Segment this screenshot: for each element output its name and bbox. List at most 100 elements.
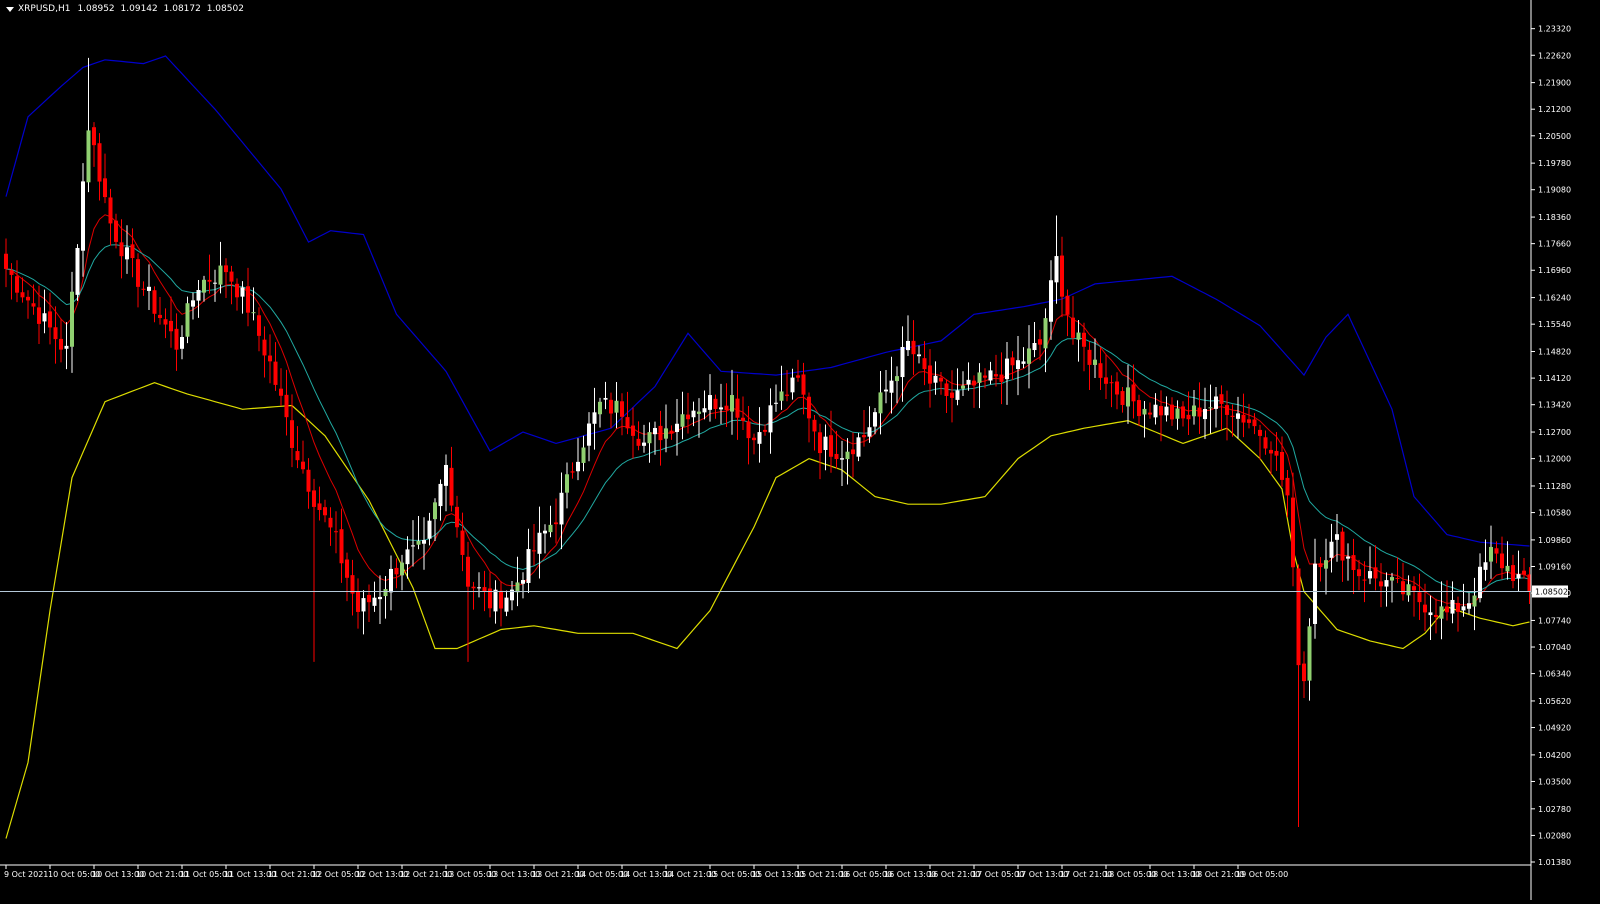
candle-body[interactable]: [944, 383, 949, 396]
candle-body[interactable]: [922, 358, 927, 370]
candle-body[interactable]: [856, 437, 861, 457]
candle-body[interactable]: [1082, 332, 1086, 347]
candle-body[interactable]: [840, 458, 844, 460]
candle-body[interactable]: [1247, 419, 1251, 423]
candle-body[interactable]: [59, 338, 63, 350]
candle-body[interactable]: [504, 597, 509, 612]
candle-body[interactable]: [1258, 429, 1262, 436]
candle-body[interactable]: [1175, 408, 1180, 419]
candle-body[interactable]: [658, 425, 663, 441]
candle-body[interactable]: [1126, 387, 1130, 407]
candle-body[interactable]: [1181, 406, 1185, 419]
candle-body[interactable]: [240, 287, 245, 297]
candle-body[interactable]: [867, 427, 872, 437]
candle-body[interactable]: [257, 315, 261, 336]
candle-body[interactable]: [202, 279, 206, 293]
candle-body[interactable]: [1445, 606, 1449, 613]
candle-body[interactable]: [576, 461, 580, 472]
candle-body[interactable]: [207, 279, 212, 282]
candle-body[interactable]: [174, 328, 179, 350]
candle-body[interactable]: [1313, 563, 1317, 624]
candle-body[interactable]: [697, 411, 701, 414]
candle-body[interactable]: [455, 506, 459, 528]
candle-body[interactable]: [983, 375, 987, 378]
candle-body[interactable]: [394, 567, 399, 575]
candle-body[interactable]: [416, 541, 421, 545]
candle-body[interactable]: [961, 385, 965, 389]
candle-body[interactable]: [1153, 404, 1158, 418]
candle-body[interactable]: [1500, 553, 1504, 569]
candle-body[interactable]: [345, 559, 349, 578]
candle-body[interactable]: [1159, 406, 1163, 416]
candle-body[interactable]: [917, 354, 921, 357]
candle-body[interactable]: [383, 589, 388, 597]
candle-body[interactable]: [1285, 477, 1290, 496]
candle-body[interactable]: [1192, 405, 1196, 417]
candle-body[interactable]: [966, 379, 971, 385]
candle-body[interactable]: [757, 432, 762, 444]
candle-body[interactable]: [180, 337, 184, 349]
candle-body[interactable]: [460, 530, 465, 555]
dropdown-triangle-icon[interactable]: [6, 6, 14, 12]
candle-body[interactable]: [1115, 381, 1119, 395]
candle-body[interactable]: [235, 283, 239, 298]
candle-body[interactable]: [752, 437, 756, 441]
candle-body[interactable]: [939, 377, 943, 382]
candle-body[interactable]: [81, 181, 85, 251]
candle-body[interactable]: [169, 320, 173, 332]
candle-body[interactable]: [796, 375, 800, 378]
candle-body[interactable]: [1456, 602, 1460, 612]
candle-body[interactable]: [972, 380, 976, 386]
candle-body[interactable]: [790, 377, 795, 393]
candle-body[interactable]: [400, 562, 404, 576]
candle-body[interactable]: [955, 390, 960, 400]
candle-body[interactable]: [86, 130, 91, 183]
candle-body[interactable]: [1098, 363, 1103, 378]
candle-body[interactable]: [543, 530, 547, 534]
candle-body[interactable]: [1214, 396, 1218, 409]
candle-body[interactable]: [1346, 556, 1350, 559]
candle-body[interactable]: [125, 247, 129, 260]
candle-body[interactable]: [1439, 606, 1444, 619]
candle-body[interactable]: [812, 419, 817, 432]
candle-body[interactable]: [350, 575, 355, 594]
candle-body[interactable]: [609, 399, 613, 414]
candle-body[interactable]: [1489, 546, 1493, 562]
candle-body[interactable]: [603, 397, 608, 400]
candle-body[interactable]: [9, 270, 14, 275]
candle-body[interactable]: [1401, 581, 1405, 595]
candle-body[interactable]: [312, 490, 316, 507]
candle-body[interactable]: [911, 340, 916, 355]
candle-body[interactable]: [1131, 384, 1136, 402]
candle-body[interactable]: [741, 417, 745, 421]
candle-body[interactable]: [889, 380, 894, 393]
candle-body[interactable]: [103, 178, 107, 198]
candle-body[interactable]: [64, 345, 69, 349]
candle-body[interactable]: [119, 242, 124, 257]
candle-body[interactable]: [279, 388, 283, 396]
candle-body[interactable]: [295, 451, 300, 461]
candle-body[interactable]: [631, 425, 635, 436]
candle-body[interactable]: [449, 467, 454, 506]
candle-body[interactable]: [977, 372, 982, 383]
candle-body[interactable]: [1197, 407, 1202, 417]
candle-body[interactable]: [1505, 565, 1510, 572]
candle-body[interactable]: [361, 598, 366, 612]
candle-body[interactable]: [592, 412, 597, 424]
chart-canvas[interactable]: 1.23320 1.22620 1.21900 1.21200 1.20500 1.197…: [0, 0, 1600, 900]
candle-body[interactable]: [70, 291, 74, 347]
candle-body[interactable]: [477, 587, 481, 589]
candle-body[interactable]: [1148, 412, 1152, 415]
candle-body[interactable]: [1164, 406, 1169, 416]
candle-body[interactable]: [587, 423, 591, 446]
candle-body[interactable]: [999, 374, 1004, 382]
candle-body[interactable]: [224, 265, 228, 273]
candle-body[interactable]: [1230, 415, 1235, 417]
candle-body[interactable]: [213, 282, 217, 284]
candle-body[interactable]: [323, 507, 327, 516]
candle-body[interactable]: [565, 474, 569, 493]
candle-body[interactable]: [141, 288, 146, 290]
candle-body[interactable]: [1054, 256, 1059, 283]
candle-body[interactable]: [1417, 592, 1422, 603]
candle-body[interactable]: [1203, 409, 1207, 420]
